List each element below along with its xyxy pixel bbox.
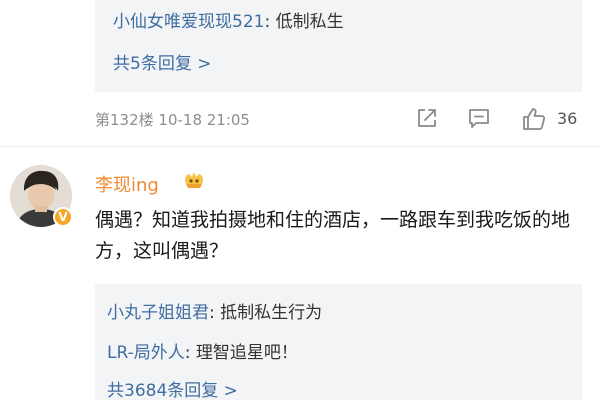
fan-badge-icon xyxy=(183,170,205,190)
reply-item[interactable]: 小仙女唯爱现现521: 低制私生 xyxy=(113,11,344,33)
comment-meta-row: 第132楼 10-18 21:05 36 xyxy=(95,106,582,134)
comment-divider xyxy=(0,146,600,147)
reply-text: 理智追星吧！ xyxy=(195,343,298,363)
reply-separator: : xyxy=(184,343,196,363)
reply-username[interactable]: 小仙女唯爱现现521 xyxy=(113,12,264,32)
reply-item[interactable]: 小丸子姐姐君: 抵制私生行为 xyxy=(107,302,322,324)
reply-username[interactable]: LR-局外人 xyxy=(107,343,185,363)
share-icon[interactable] xyxy=(415,106,441,132)
reply-text: 低制私生 xyxy=(275,12,344,32)
thumbs-up-icon[interactable] xyxy=(521,106,547,132)
reply-preview-box: 小丸子姐姐君: 抵制私生行为 LR-局外人: 理智追星吧！ 共3684条回复 > xyxy=(95,284,582,402)
reply-preview-box: 小仙女唯爱现现521: 低制私生 共5条回复 > xyxy=(95,0,582,92)
comment-username[interactable]: 李现ing xyxy=(95,171,159,197)
reply-separator: : xyxy=(264,12,276,32)
reply-text: 抵制私生行为 xyxy=(220,303,323,323)
more-replies-link[interactable]: 共3684条回复 > xyxy=(107,380,238,402)
comment-body: 偶遇？知道我拍摄地和住的酒店，一路跟车到我吃饭的地方，这叫偶遇？ xyxy=(95,209,571,262)
like-count: 36 xyxy=(557,109,578,128)
reply-separator: : xyxy=(209,303,221,323)
verified-badge-icon: V xyxy=(53,207,73,227)
floor-and-timestamp: 第132楼 10-18 21:05 xyxy=(95,111,250,129)
comment-icon[interactable] xyxy=(467,106,493,132)
reply-item[interactable]: LR-局外人: 理智追星吧！ xyxy=(107,342,298,364)
reply-username[interactable]: 小丸子姐姐君 xyxy=(107,303,209,323)
more-replies-link[interactable]: 共5条回复 > xyxy=(113,53,211,75)
